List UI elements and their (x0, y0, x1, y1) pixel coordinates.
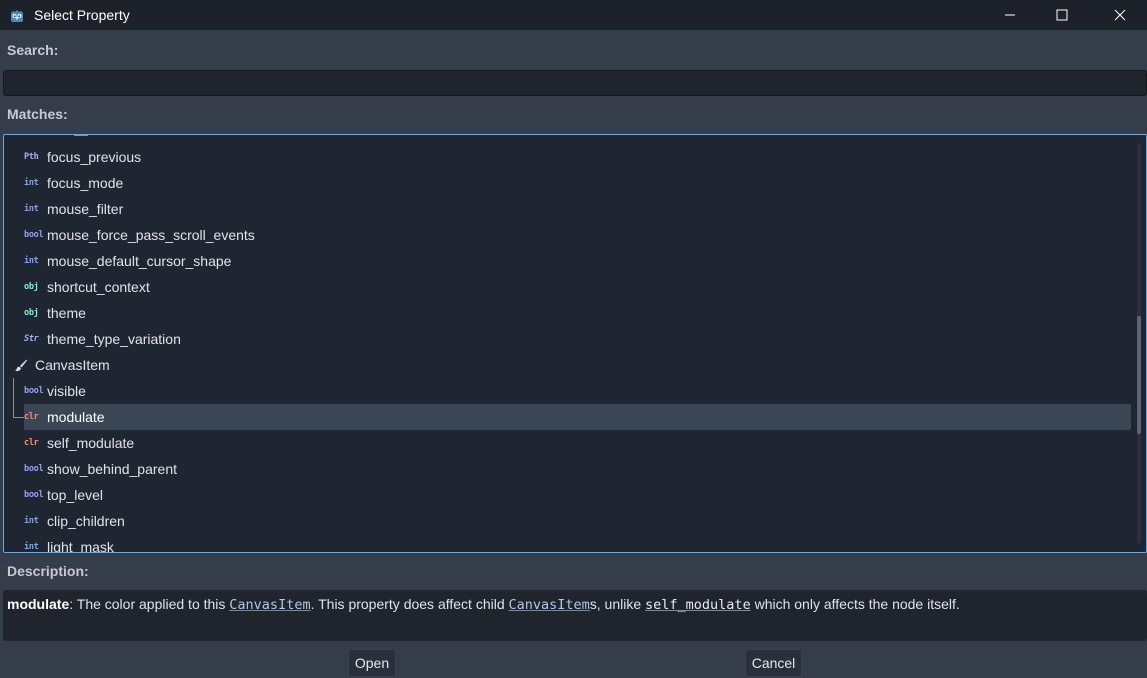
description-label: Description: (7, 563, 89, 579)
property-row-visible[interactable]: bool visible (4, 378, 1134, 404)
object-type-icon: obj (24, 282, 39, 292)
bool-type-icon: bool (24, 230, 44, 240)
property-row-focus-previous[interactable]: Pth focus_previous (4, 144, 1134, 170)
property-name: visible (47, 383, 86, 399)
string-type-icon: Str (24, 334, 39, 344)
description-fragment: . This property does affect child (310, 596, 509, 612)
category-name: CanvasItem (35, 357, 110, 373)
close-button[interactable] (1094, 0, 1146, 30)
clipped-row-remnant (74, 135, 88, 136)
color-type-icon: clr (24, 412, 39, 422)
property-name: mouse_filter (47, 201, 124, 217)
property-row-mouse-force-pass-scroll-events[interactable]: bool mouse_force_pass_scroll_events (4, 222, 1134, 248)
property-row-mouse-filter[interactable]: int mouse_filter (4, 196, 1134, 222)
bool-type-icon: bool (24, 464, 44, 474)
property-row-focus-mode[interactable]: int focus_mode (4, 170, 1134, 196)
property-row-theme-type-variation[interactable]: Str theme_type_variation (4, 326, 1134, 352)
property-name: theme_type_variation (47, 331, 181, 347)
description-fragment: : The color applied to this (69, 596, 230, 612)
int-type-icon: int (24, 542, 39, 552)
minimize-icon (1005, 14, 1015, 16)
open-button[interactable]: Open (348, 649, 396, 677)
property-row-top-level[interactable]: bool top_level (4, 482, 1134, 508)
godot-logo-icon (11, 10, 23, 22)
close-icon (1114, 9, 1126, 21)
property-name: mouse_force_pass_scroll_events (47, 227, 255, 243)
property-name: show_behind_parent (47, 461, 177, 477)
scrollbar-thumb[interactable] (1137, 316, 1141, 434)
object-type-icon: obj (24, 308, 39, 318)
window-title: Select Property (34, 7, 130, 23)
property-name: modulate (47, 409, 105, 425)
vertical-scrollbar[interactable] (1137, 143, 1141, 543)
canvasitem-link[interactable]: CanvasItem (509, 597, 590, 613)
description-fragment: s, unlike (589, 596, 646, 612)
property-name: shortcut_context (47, 279, 150, 295)
cancel-button[interactable]: Cancel (745, 649, 802, 677)
property-name: mouse_default_cursor_shape (47, 253, 232, 269)
property-row-self-modulate[interactable]: clr self_modulate (4, 430, 1134, 456)
nodepath-type-icon: Pth (24, 152, 39, 162)
property-row-theme[interactable]: obj theme (4, 300, 1134, 326)
int-type-icon: int (24, 178, 39, 188)
property-name: clip_children (47, 513, 125, 529)
search-input[interactable] (3, 70, 1147, 96)
property-name: light_mask (47, 539, 114, 553)
property-row-shortcut-context[interactable]: obj shortcut_context (4, 274, 1134, 300)
maximize-button[interactable] (1036, 0, 1088, 30)
bool-type-icon: bool (24, 490, 44, 500)
matches-tree[interactable]: Pth focus_previous int focus_mode int mo… (3, 134, 1147, 553)
property-name: theme (47, 305, 86, 321)
property-name: top_level (47, 487, 104, 503)
property-row-clip-children[interactable]: int clip_children (4, 508, 1134, 534)
property-row-mouse-default-cursor-shape[interactable]: int mouse_default_cursor_shape (4, 248, 1134, 274)
property-name: focus_previous (47, 149, 142, 165)
int-type-icon: int (24, 516, 39, 526)
property-row-show-behind-parent[interactable]: bool show_behind_parent (4, 456, 1134, 482)
description-property-name: modulate (7, 596, 70, 612)
property-row-modulate[interactable]: clr modulate (4, 404, 1134, 430)
int-type-icon: int (24, 256, 39, 266)
search-label: Search: (7, 42, 59, 58)
color-type-icon: clr (24, 438, 39, 448)
property-row-light-mask[interactable]: int light_mask (4, 534, 1134, 553)
maximize-icon (1056, 9, 1068, 21)
canvasitem-link[interactable]: CanvasItem (229, 597, 310, 613)
minimize-button[interactable] (984, 0, 1036, 30)
brush-icon (15, 359, 27, 372)
selection-highlight (24, 404, 1131, 430)
description-fragment: which only affects the node itself. (750, 596, 960, 612)
property-name: self_modulate (47, 435, 135, 451)
int-type-icon: int (24, 204, 39, 214)
category-row-canvasitem[interactable]: CanvasItem (4, 352, 1134, 378)
bool-type-icon: bool (24, 386, 44, 396)
self-modulate-link[interactable]: self_modulate (645, 597, 751, 613)
description-text: modulate: The color applied to this Canv… (3, 590, 1147, 641)
title-bar: Select Property (0, 0, 1147, 30)
matches-label: Matches: (7, 106, 68, 122)
property-name: focus_mode (47, 175, 124, 191)
